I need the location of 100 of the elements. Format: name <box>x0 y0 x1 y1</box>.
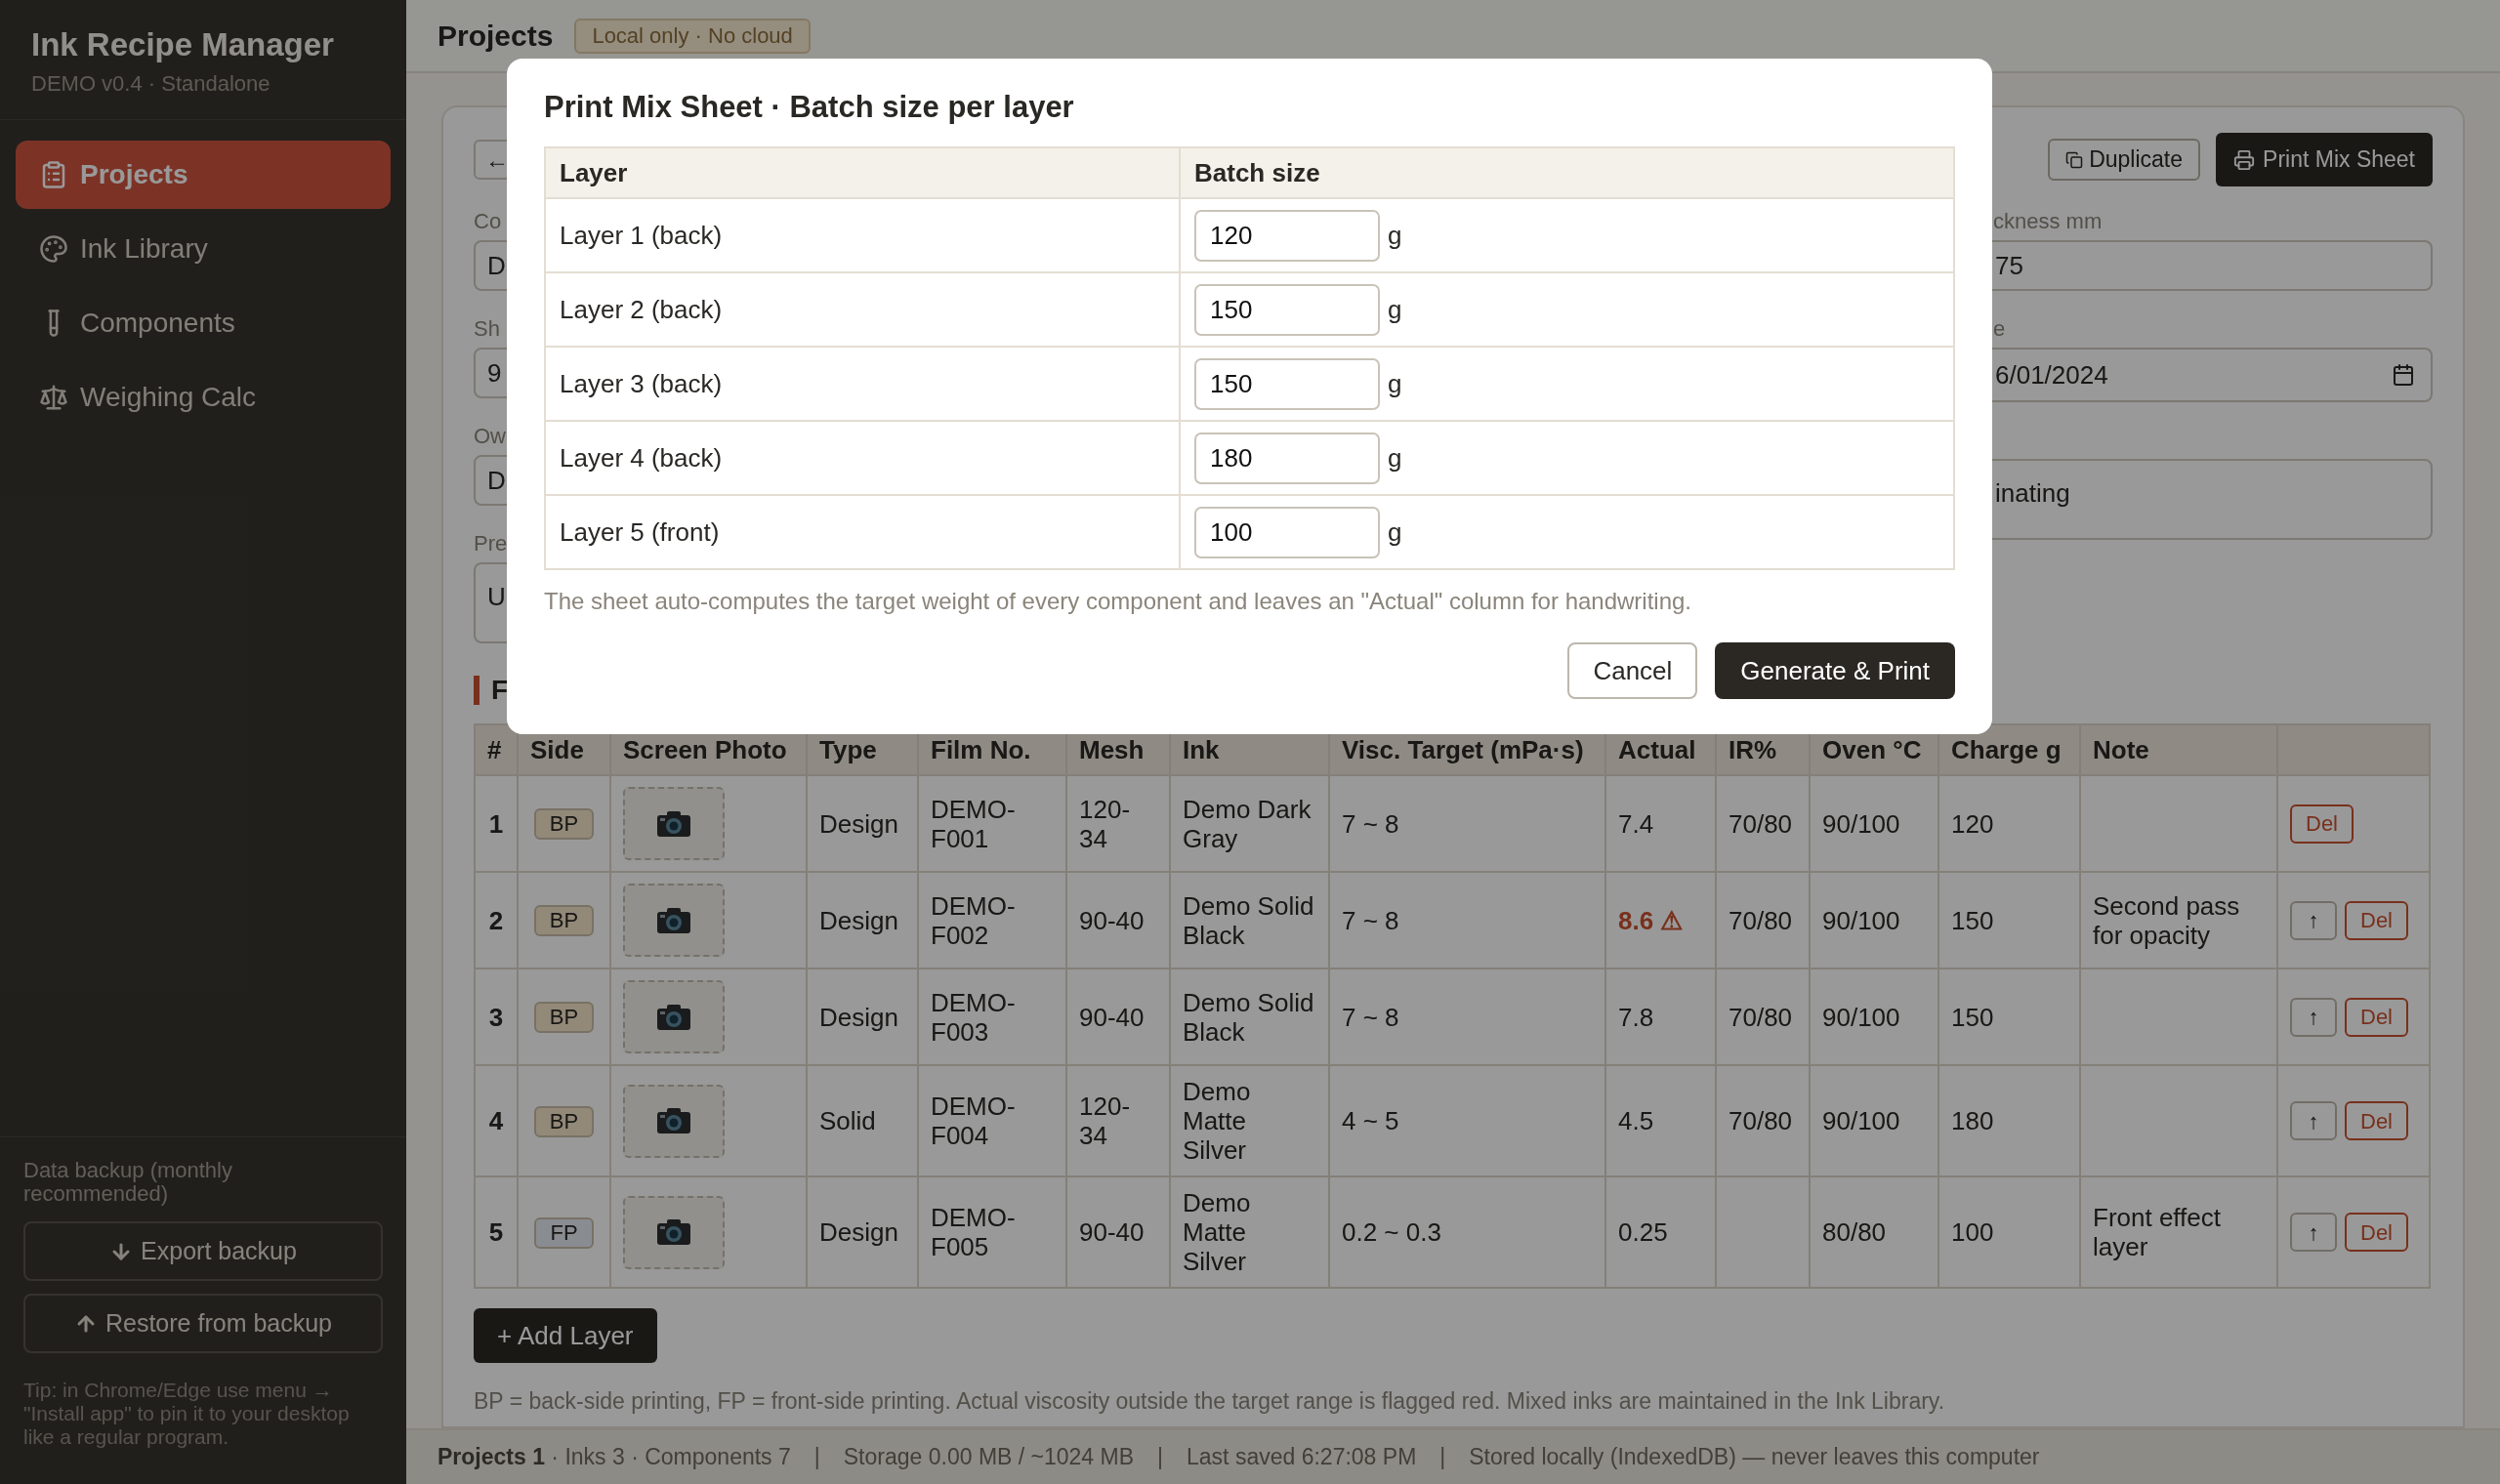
column-header: Screen Photo <box>623 734 787 764</box>
batch-size-input[interactable]: 120 <box>1194 209 1380 262</box>
photo-placeholder[interactable] <box>623 787 725 860</box>
side-tag: FP <box>534 1216 594 1249</box>
photo-placeholder[interactable] <box>623 1195 725 1269</box>
column-header: IR% <box>1729 734 1777 764</box>
column-header: Note <box>2093 734 2149 764</box>
table-cell: 70/80 <box>1729 1002 1793 1032</box>
delete-button[interactable]: Del <box>2345 1213 2408 1252</box>
app-title: Ink Recipe Manager <box>31 25 335 64</box>
status-text: Projects 1 · Inks 3 · Components 7 <box>438 1443 791 1472</box>
actual-value: 0.25 <box>1618 1217 1668 1247</box>
layer-name: Layer 1 (back) <box>560 220 723 250</box>
table-cell: 90-40 <box>1079 1002 1145 1032</box>
batch-size-input[interactable]: 100 <box>1194 506 1380 558</box>
photo-placeholder[interactable] <box>623 1084 725 1158</box>
status-text: Stored locally (IndexedDB) — never leaves this computer <box>1469 1443 2040 1472</box>
nav-item[interactable]: Weighing Calc <box>16 363 391 432</box>
calendar-icon[interactable] <box>2392 363 2415 387</box>
backup-label: Data backup (monthly recommended) <box>23 1159 233 1206</box>
table-cell: Design <box>819 1217 898 1247</box>
side-tag: BP <box>533 905 595 936</box>
side-tag: BP <box>533 1105 595 1137</box>
row-number: 3 <box>488 1002 504 1032</box>
column-header: Mesh <box>1079 734 1145 764</box>
status-separator: | <box>1439 1443 1446 1472</box>
nav-item[interactable]: Components <box>16 289 391 357</box>
dialog-title: Print Mix Sheet · Batch size per layer <box>544 89 1075 126</box>
status-separator: | <box>1157 1443 1164 1472</box>
nav-item[interactable]: Projects <box>16 141 391 209</box>
batch-size-input[interactable]: 150 <box>1194 283 1380 336</box>
table-cell: Demo Matte Silver <box>1183 1077 1251 1165</box>
column-header: Batch size <box>1194 157 1320 187</box>
field-label: Ow <box>474 423 507 450</box>
add-layer-button[interactable]: + Add Layer <box>474 1308 657 1363</box>
unit-label: g <box>1388 515 1402 549</box>
layer-name: Layer 5 (front) <box>560 516 720 547</box>
generate-print-button[interactable]: Generate & Print <box>1715 642 1955 699</box>
field-label: e <box>1992 315 2007 343</box>
dialog-note: The sheet auto-computes the target weight of every component and leaves an "Actual" column for handwriting. <box>544 587 1693 616</box>
table-cell: DEMO-F005 <box>931 1203 1016 1261</box>
batch-size-input[interactable]: 150 <box>1194 357 1380 410</box>
table-cell: 90/100 <box>1822 905 1900 935</box>
batch-size-input[interactable]: 180 <box>1194 432 1380 484</box>
row-number: 1 <box>488 808 504 839</box>
photo-placeholder[interactable] <box>623 980 725 1053</box>
print-mix-sheet-button[interactable]: Print Mix Sheet <box>2216 133 2433 186</box>
table-cell: 0.2 ~ 0.3 <box>1342 1217 1441 1247</box>
delete-button[interactable]: Del <box>2345 1101 2408 1140</box>
table-cell: Demo Matte Silver <box>1183 1188 1251 1276</box>
status-text: Last saved 6:27:08 PM <box>1187 1443 1417 1472</box>
camera-icon <box>656 1107 691 1134</box>
unit-label: g <box>1388 367 1402 400</box>
actual-value: 8.6 ⚠ <box>1618 905 1684 935</box>
section-title: F <box>491 674 509 707</box>
palette-icon <box>39 234 68 264</box>
table-cell: 7 ~ 8 <box>1342 905 1399 935</box>
field-label: ckness mm <box>1992 208 2104 235</box>
side-tag: BP <box>533 1002 595 1033</box>
table-cell: 7 ~ 8 <box>1342 808 1399 839</box>
nav-item[interactable]: Ink Library <box>16 215 391 283</box>
row-number: 5 <box>488 1217 504 1247</box>
table-cell: 90/100 <box>1822 1106 1900 1135</box>
column-header: Actual <box>1618 734 1696 764</box>
duplicate-button[interactable]: Duplicate <box>2048 139 2201 181</box>
table-cell: Design <box>819 808 898 839</box>
local-only-badge: Local only · No cloud <box>574 18 811 54</box>
move-up-button[interactable]: ↑ <box>2290 900 2337 940</box>
column-header: Type <box>819 734 877 764</box>
export-backup-button[interactable]: Export backup <box>23 1221 383 1281</box>
table-cell: 100 <box>1951 1217 1994 1247</box>
column-header: Oven °C <box>1822 734 1922 764</box>
table-cell: DEMO-F003 <box>931 987 1016 1047</box>
app-subtitle: DEMO v0.4 · Standalone <box>31 70 271 98</box>
move-up-button[interactable]: ↑ <box>2290 1101 2337 1140</box>
photo-placeholder[interactable] <box>623 884 725 957</box>
delete-button[interactable]: Del <box>2345 900 2408 940</box>
move-up-button[interactable]: ↑ <box>2290 997 2337 1037</box>
table-cell: Demo Solid Black <box>1183 890 1314 950</box>
table-cell: 150 <box>1951 1002 1994 1032</box>
layer-name: Layer 2 (back) <box>560 294 723 324</box>
cancel-button[interactable]: Cancel <box>1567 642 1698 699</box>
table-cell: 7 ~ 8 <box>1342 1002 1399 1032</box>
column-header: Visc. Target (mPa·s) <box>1342 734 1584 764</box>
status-text: Storage 0.00 MB / ~1024 MB <box>843 1443 1135 1472</box>
delete-button[interactable]: Del <box>2345 997 2408 1037</box>
row-number: 2 <box>488 905 504 935</box>
table-cell: 120-34 <box>1079 1092 1131 1150</box>
camera-icon <box>656 1003 691 1031</box>
footnote: BP = back-side printing, FP = front-side printing. Actual viscosity outside the target range is flagged red. Mixed inks are maintained in the Ink Library. <box>474 1387 1946 1416</box>
column-header: Layer <box>560 157 628 187</box>
restore-backup-button[interactable]: Restore from backup <box>23 1294 383 1353</box>
table-cell: DEMO-F002 <box>931 890 1016 950</box>
move-up-button[interactable]: ↑ <box>2290 1213 2337 1252</box>
field-label: Co <box>474 208 503 235</box>
side-tag: BP <box>533 808 595 840</box>
delete-button[interactable]: Del <box>2290 804 2354 844</box>
table-cell: 90-40 <box>1079 905 1145 935</box>
date-value: 6/01/2024 <box>1995 358 2108 392</box>
unit-label: g <box>1388 293 1402 326</box>
